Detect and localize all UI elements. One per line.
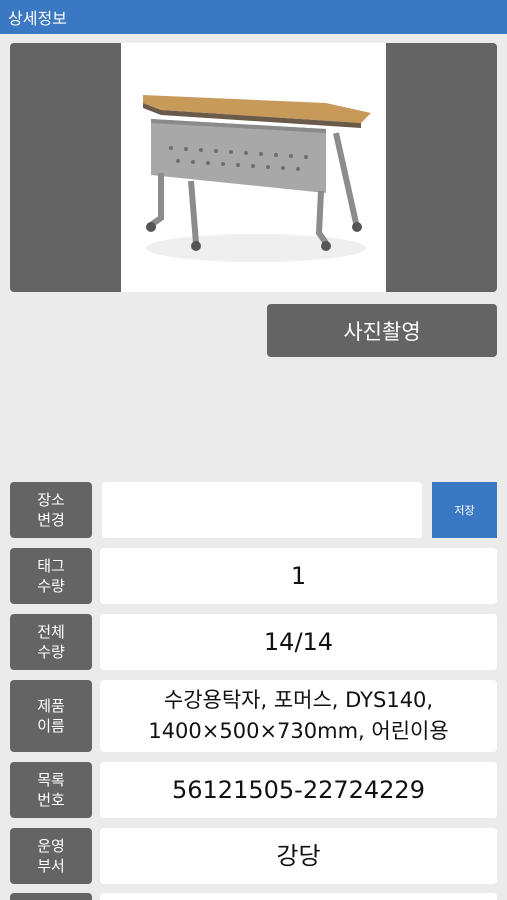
location-change-label: 장소 변경 [10,482,92,538]
department-value: 강당 [100,828,497,884]
catalog-number-value: 56121505-22724229 [100,762,497,818]
folding-table-image [143,95,371,262]
product-name-label: 제품 이름 [10,680,92,752]
catalog-number-label: 목록 번호 [10,762,92,818]
next-row-partial [10,893,497,900]
location-change-row: 장소 변경 저장 [10,482,497,538]
catalog-number-row: 목록 번호 56121505-22724229 [10,762,497,818]
department-label: 운영 부서 [10,828,92,884]
location-input[interactable] [102,482,422,538]
product-name-value: 수강용탁자, 포머스, DYS140, 1400×500×730mm, 어린이용 [100,680,497,752]
tag-quantity-row: 태그 수량 1 [10,548,497,604]
product-name-row: 제품 이름 수강용탁자, 포머스, DYS140, 1400×500×730mm… [10,680,497,752]
department-row: 운영 부서 강당 [10,828,497,884]
product-photo [121,43,386,292]
total-quantity-value: 14/14 [100,614,497,670]
tag-quantity-value: 1 [100,548,497,604]
page-title: 상세정보 [8,9,67,28]
tag-quantity-label: 태그 수량 [10,548,92,604]
total-quantity-row: 전체 수량 14/14 [10,614,497,670]
save-button[interactable]: 저장 [432,482,497,538]
product-photo-frame [10,43,497,292]
app-title-bar: 상세정보 [0,0,507,34]
total-quantity-label: 전체 수량 [10,614,92,670]
take-photo-button[interactable]: 사진촬영 [267,304,497,357]
